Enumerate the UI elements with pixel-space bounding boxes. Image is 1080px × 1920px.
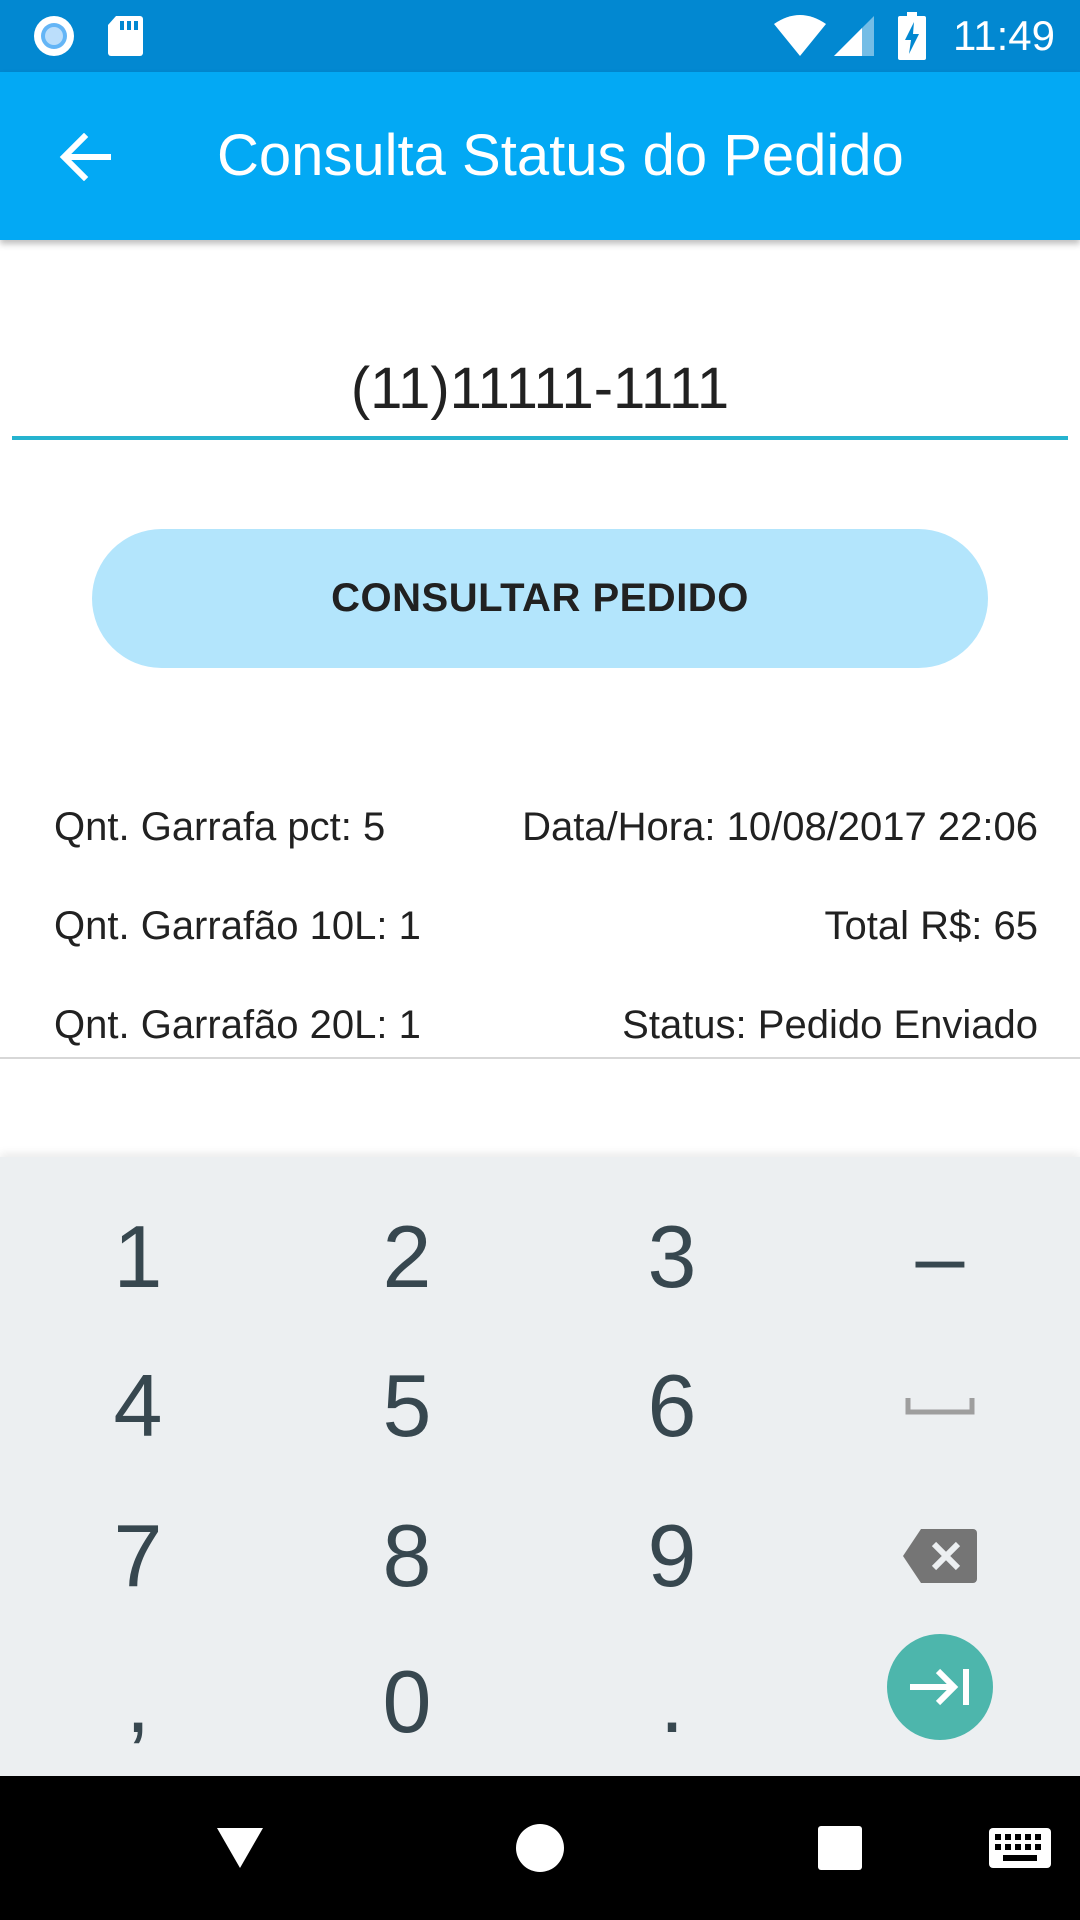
status-bar: 11:49 <box>0 0 1080 72</box>
order-datetime: Data/Hora: 10/08/2017 22:06 <box>522 805 1038 849</box>
key-next[interactable] <box>887 1634 993 1740</box>
key-1[interactable]: 1 <box>38 1182 238 1332</box>
back-triangle-icon <box>217 1828 263 1868</box>
battery-charging-icon <box>898 0 926 72</box>
key-9[interactable]: 9 <box>572 1481 772 1631</box>
divider <box>0 1057 1080 1059</box>
wifi-icon <box>772 0 828 72</box>
qty-garrafa-pct: Qnt. Garrafa pct: 5 <box>54 805 386 849</box>
cell-signal-icon <box>832 0 876 72</box>
info-row-2: Qnt. Garrafão 10L: 1 Total R$: 65 <box>54 904 1038 949</box>
key-7[interactable]: 7 <box>38 1481 238 1631</box>
key-6[interactable]: 6 <box>572 1331 772 1481</box>
page-title: Consulta Status do Pedido <box>217 123 904 188</box>
tab-next-icon <box>910 1668 969 1706</box>
key-space[interactable] <box>840 1331 1040 1481</box>
space-icon <box>905 1398 975 1415</box>
nav-home-button[interactable] <box>470 1776 610 1920</box>
key-dash[interactable]: – <box>840 1182 1040 1332</box>
location-dot-icon <box>32 0 76 72</box>
sd-card-icon <box>106 0 144 72</box>
backspace-icon <box>903 1529 977 1583</box>
order-total: Total R$: 65 <box>824 904 1038 948</box>
navigation-bar <box>0 1776 1080 1920</box>
consult-order-button[interactable]: CONSULTAR PEDIDO <box>92 529 988 668</box>
clock: 11:49 <box>953 12 1055 59</box>
nav-recents-button[interactable] <box>770 1776 910 1920</box>
app-bar: Consulta Status do Pedido <box>0 72 1080 240</box>
home-circle-icon <box>516 1824 564 1872</box>
key-4[interactable]: 4 <box>38 1331 238 1481</box>
key-2[interactable]: 2 <box>307 1182 507 1332</box>
nav-back-button[interactable] <box>170 1776 310 1920</box>
phone-input[interactable] <box>12 340 1068 440</box>
info-row-3: Qnt. Garrafão 20L: 1 Status: Pedido Envi… <box>54 1003 1038 1048</box>
back-button[interactable] <box>40 112 130 202</box>
order-status: Status: Pedido Enviado <box>622 1003 1038 1047</box>
key-comma[interactable]: , <box>38 1627 238 1777</box>
info-row-1: Qnt. Garrafa pct: 5 Data/Hora: 10/08/201… <box>54 805 1038 850</box>
qty-garrafao-20l: Qnt. Garrafão 20L: 1 <box>54 1003 421 1047</box>
key-3[interactable]: 3 <box>572 1182 772 1332</box>
qty-garrafao-10l: Qnt. Garrafão 10L: 1 <box>54 904 421 948</box>
key-backspace[interactable] <box>840 1481 1040 1631</box>
arrow-back-icon <box>59 133 111 181</box>
key-0[interactable]: 0 <box>307 1627 507 1777</box>
recents-square-icon <box>818 1826 862 1870</box>
keyboard-icon <box>989 1828 1051 1868</box>
key-8[interactable]: 8 <box>307 1481 507 1631</box>
key-dot[interactable]: . <box>572 1627 772 1777</box>
nav-keyboard-button[interactable] <box>950 1776 1080 1920</box>
key-5[interactable]: 5 <box>307 1331 507 1481</box>
